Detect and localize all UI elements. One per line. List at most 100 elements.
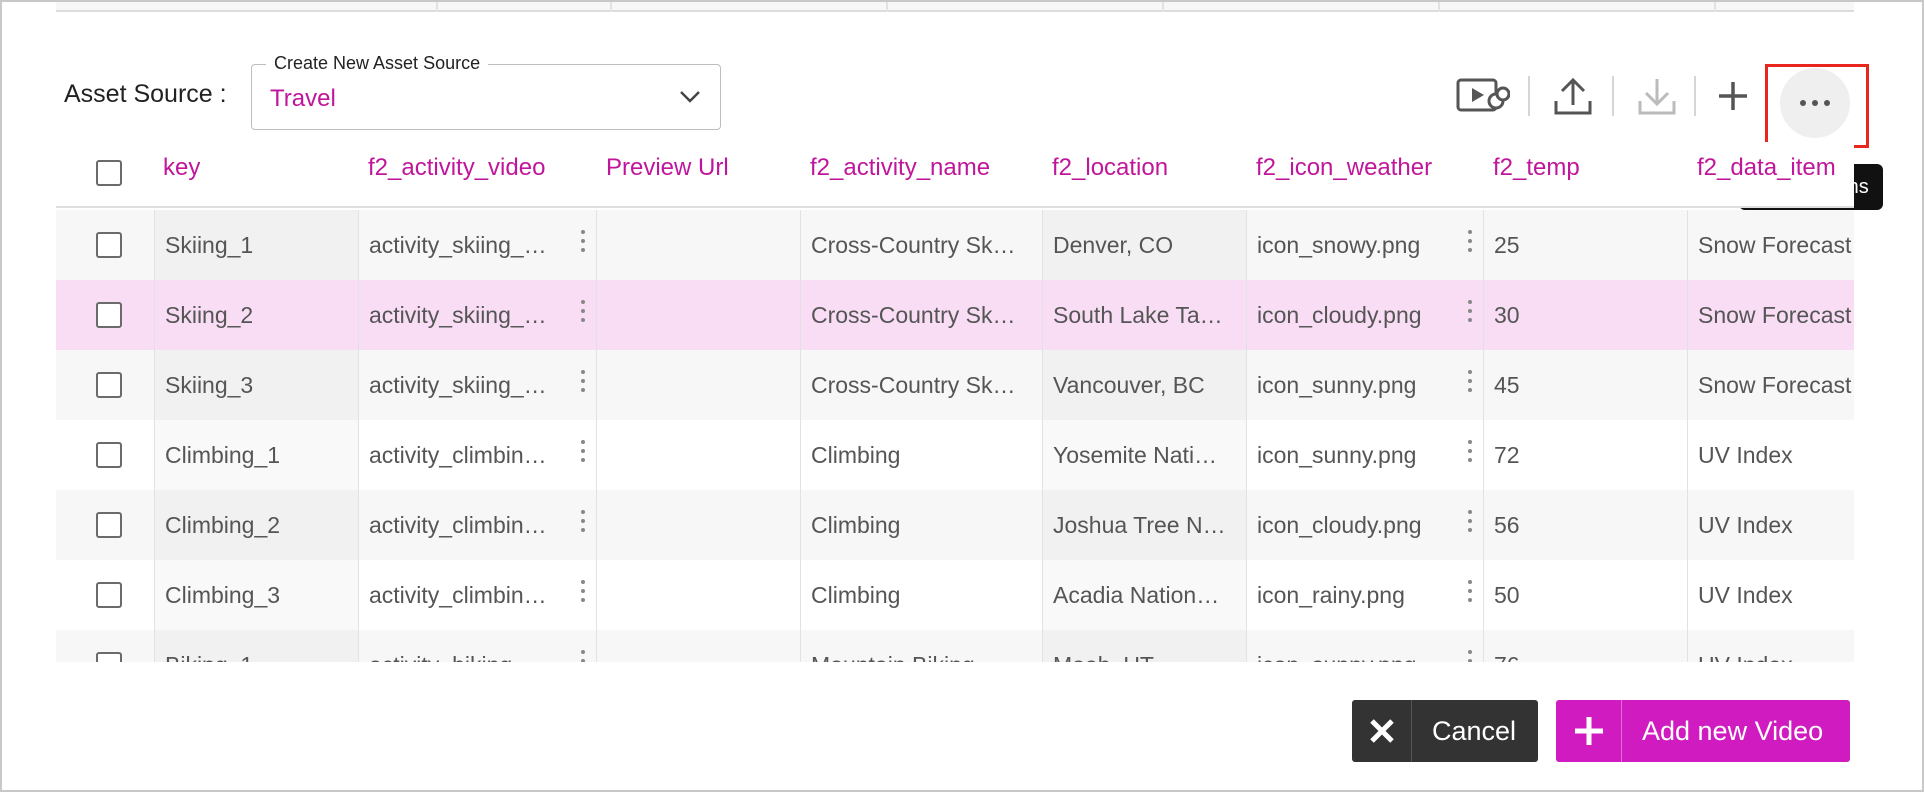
table-row[interactable]: Skiing_1 activity_skiing_… Cross-Country S… bbox=[56, 210, 1854, 280]
cell-menu-icon[interactable] bbox=[580, 440, 586, 462]
cell-key[interactable]: Skiing_1 bbox=[154, 210, 358, 280]
cell-name[interactable]: Climbing bbox=[800, 560, 1042, 630]
cell-menu-icon[interactable] bbox=[580, 230, 586, 252]
row-checkbox[interactable] bbox=[96, 582, 122, 608]
cell-weather[interactable]: icon_sunny.png bbox=[1246, 630, 1483, 662]
cell-data[interactable]: Snow Forecast bbox=[1687, 210, 1854, 280]
cell-temp[interactable]: 56 bbox=[1483, 490, 1687, 560]
cell-preview[interactable] bbox=[596, 630, 800, 662]
cell-preview[interactable] bbox=[596, 560, 800, 630]
cell-name[interactable]: Climbing bbox=[800, 490, 1042, 560]
cell-weather[interactable]: icon_rainy.png bbox=[1246, 560, 1483, 630]
table-row[interactable]: Biking_1activity_biking_… Mountain Biking… bbox=[56, 630, 1854, 662]
cell-name[interactable]: Cross-Country Sk… bbox=[800, 280, 1042, 350]
upload-button[interactable] bbox=[1544, 70, 1602, 122]
cell-menu-icon[interactable] bbox=[580, 580, 586, 602]
cell-video[interactable]: activity_skiing_… bbox=[358, 350, 596, 420]
cell-name[interactable]: Cross-Country Sk… bbox=[800, 350, 1042, 420]
column-header-key[interactable]: key bbox=[163, 154, 200, 194]
cell-location[interactable]: Denver, CO bbox=[1042, 210, 1246, 280]
row-checkbox[interactable] bbox=[96, 372, 122, 398]
cell-location[interactable]: South Lake Ta… bbox=[1042, 280, 1246, 350]
cell-name[interactable]: Mountain Biking bbox=[800, 630, 1042, 662]
cell-temp[interactable]: 30 bbox=[1483, 280, 1687, 350]
download-button[interactable] bbox=[1628, 70, 1686, 122]
cell-video[interactable]: activity_skiing_… bbox=[358, 280, 596, 350]
column-header-weather[interactable]: f2_icon_weather bbox=[1256, 154, 1432, 194]
table-row[interactable]: Climbing_1 activity_climbin… Climbing Yosem… bbox=[56, 420, 1854, 490]
cell-preview[interactable] bbox=[596, 420, 800, 490]
cell-menu-icon[interactable] bbox=[1467, 440, 1473, 462]
row-checkbox[interactable] bbox=[96, 232, 122, 258]
cell-menu-icon[interactable] bbox=[1467, 370, 1473, 392]
cell-video[interactable]: activity_climbin… bbox=[358, 420, 596, 490]
cell-menu-icon[interactable] bbox=[1467, 300, 1473, 322]
cell-menu-icon[interactable] bbox=[1467, 230, 1473, 252]
cell-weather[interactable]: icon_sunny.png bbox=[1246, 420, 1483, 490]
column-header-name[interactable]: f2_activity_name bbox=[810, 154, 990, 194]
cell-temp[interactable]: 72 bbox=[1483, 420, 1687, 490]
column-header-temp[interactable]: f2_temp bbox=[1493, 154, 1580, 194]
add-new-video-button[interactable]: Add new Video bbox=[1556, 700, 1850, 762]
column-header-video[interactable]: f2_activity_video bbox=[368, 154, 545, 194]
cell-weather[interactable]: icon_snowy.png bbox=[1246, 210, 1483, 280]
column-header-location[interactable]: f2_location bbox=[1052, 154, 1168, 194]
cell-key[interactable]: Skiing_3 bbox=[154, 350, 358, 420]
cell-video[interactable]: activity_climbin… bbox=[358, 560, 596, 630]
cell-weather[interactable]: icon_cloudy.png bbox=[1246, 490, 1483, 560]
cell-key[interactable]: Climbing_3 bbox=[154, 560, 358, 630]
cell-location[interactable]: Yosemite Nati… bbox=[1042, 420, 1246, 490]
video-link-button[interactable] bbox=[1454, 70, 1512, 122]
cell-preview[interactable] bbox=[596, 350, 800, 420]
table-row[interactable]: Skiing_2 activity_skiing_… Cross-Country S… bbox=[56, 280, 1854, 350]
cell-menu-icon[interactable] bbox=[1467, 580, 1473, 602]
cell-menu-icon[interactable] bbox=[1467, 650, 1473, 662]
column-header-data-item[interactable]: f2_data_item bbox=[1697, 154, 1854, 194]
cell-name[interactable]: Climbing bbox=[800, 420, 1042, 490]
cell-video[interactable]: activity_biking_… bbox=[358, 630, 596, 662]
cell-name[interactable]: Cross-Country Sk… bbox=[800, 210, 1042, 280]
cell-key[interactable]: Climbing_2 bbox=[154, 490, 358, 560]
asset-source-select[interactable]: Create New Asset Source Travel bbox=[251, 53, 721, 130]
cell-data[interactable]: UV Index bbox=[1687, 420, 1854, 490]
cell-key[interactable]: Biking_1 bbox=[154, 630, 358, 662]
cell-menu-icon[interactable] bbox=[580, 510, 586, 532]
cell-data[interactable]: UV Index bbox=[1687, 560, 1854, 630]
cell-data[interactable]: Snow Forecast bbox=[1687, 350, 1854, 420]
cell-key[interactable]: Climbing_1 bbox=[154, 420, 358, 490]
cell-data[interactable]: UV Index bbox=[1687, 490, 1854, 560]
row-checkbox[interactable] bbox=[96, 302, 122, 328]
cell-video[interactable]: activity_climbin… bbox=[358, 490, 596, 560]
cell-weather[interactable]: icon_sunny.png bbox=[1246, 350, 1483, 420]
cell-menu-icon[interactable] bbox=[580, 650, 586, 662]
row-checkbox[interactable] bbox=[96, 652, 122, 662]
cell-data[interactable]: Snow Forecast bbox=[1687, 280, 1854, 350]
cell-location[interactable]: Vancouver, BC bbox=[1042, 350, 1246, 420]
cell-menu-icon[interactable] bbox=[580, 370, 586, 392]
cell-temp[interactable]: 50 bbox=[1483, 560, 1687, 630]
cell-temp[interactable]: 76 bbox=[1483, 630, 1687, 662]
cell-weather[interactable]: icon_cloudy.png bbox=[1246, 280, 1483, 350]
cell-temp[interactable]: 25 bbox=[1483, 210, 1687, 280]
table-row[interactable]: Skiing_3 activity_skiing_… Cross-Country S… bbox=[56, 350, 1854, 420]
cell-menu-icon[interactable] bbox=[1467, 510, 1473, 532]
row-checkbox[interactable] bbox=[96, 512, 122, 538]
cell-location[interactable]: Acadia Nation… bbox=[1042, 560, 1246, 630]
cell-preview[interactable] bbox=[596, 210, 800, 280]
cell-preview[interactable] bbox=[596, 490, 800, 560]
column-header-preview[interactable]: Preview Url bbox=[606, 154, 729, 194]
cell-key[interactable]: Skiing_2 bbox=[154, 280, 358, 350]
cell-menu-icon[interactable] bbox=[580, 300, 586, 322]
add-row-button[interactable] bbox=[1704, 70, 1762, 122]
cell-location[interactable]: Moab, UT bbox=[1042, 630, 1246, 662]
table-row[interactable]: Climbing_3 activity_climbin… Climbing Acadi… bbox=[56, 560, 1854, 630]
cell-preview[interactable] bbox=[596, 280, 800, 350]
row-checkbox[interactable] bbox=[96, 442, 122, 468]
cell-video[interactable]: activity_skiing_… bbox=[358, 210, 596, 280]
table-row[interactable]: Climbing_2 activity_climbin… Climbing Joshu… bbox=[56, 490, 1854, 560]
cell-temp[interactable]: 45 bbox=[1483, 350, 1687, 420]
cell-location[interactable]: Joshua Tree N… bbox=[1042, 490, 1246, 560]
cell-data[interactable]: UV Index bbox=[1687, 630, 1854, 662]
cancel-button[interactable]: Cancel bbox=[1352, 700, 1538, 762]
select-all-checkbox[interactable] bbox=[96, 160, 122, 186]
